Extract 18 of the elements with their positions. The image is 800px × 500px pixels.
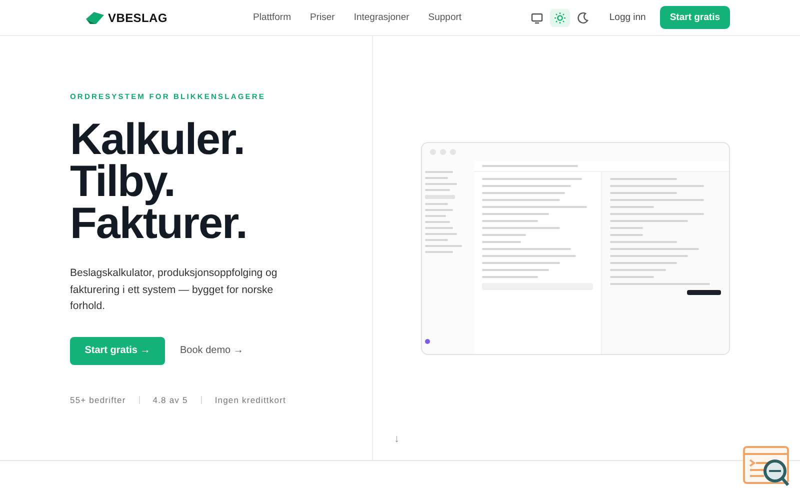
nav-link[interactable]: Plattform bbox=[253, 12, 292, 23]
headline-text: Tilby. bbox=[70, 161, 176, 203]
stat-text: 55+ bedrifter bbox=[70, 394, 126, 404]
logo-icon bbox=[85, 10, 105, 24]
demo-link[interactable]: Book demo → bbox=[180, 345, 244, 356]
hero-description: Beslagskalkulator, produksjonsoppfolging og fakturering i ett system — bygget for norske forhold. bbox=[70, 266, 278, 314]
stat-text: 4.8 av 5 bbox=[152, 394, 188, 404]
nav-link[interactable]: Support bbox=[428, 12, 462, 23]
monitor-icon bbox=[530, 10, 544, 24]
headline-text: Kalkuler. bbox=[70, 119, 246, 161]
browser-search-icon[interactable] bbox=[742, 445, 792, 489]
nav-link[interactable]: Priser bbox=[310, 12, 335, 23]
sun-icon bbox=[553, 10, 568, 24]
nav-link[interactable]: Integrasjoner bbox=[354, 12, 410, 23]
stat-text: Ingen kredittkort bbox=[214, 394, 286, 404]
login-link[interactable]: Logg inn bbox=[609, 12, 646, 23]
logo-text[interactable]: VBESLAG bbox=[108, 10, 168, 24]
moon-icon bbox=[576, 10, 590, 24]
